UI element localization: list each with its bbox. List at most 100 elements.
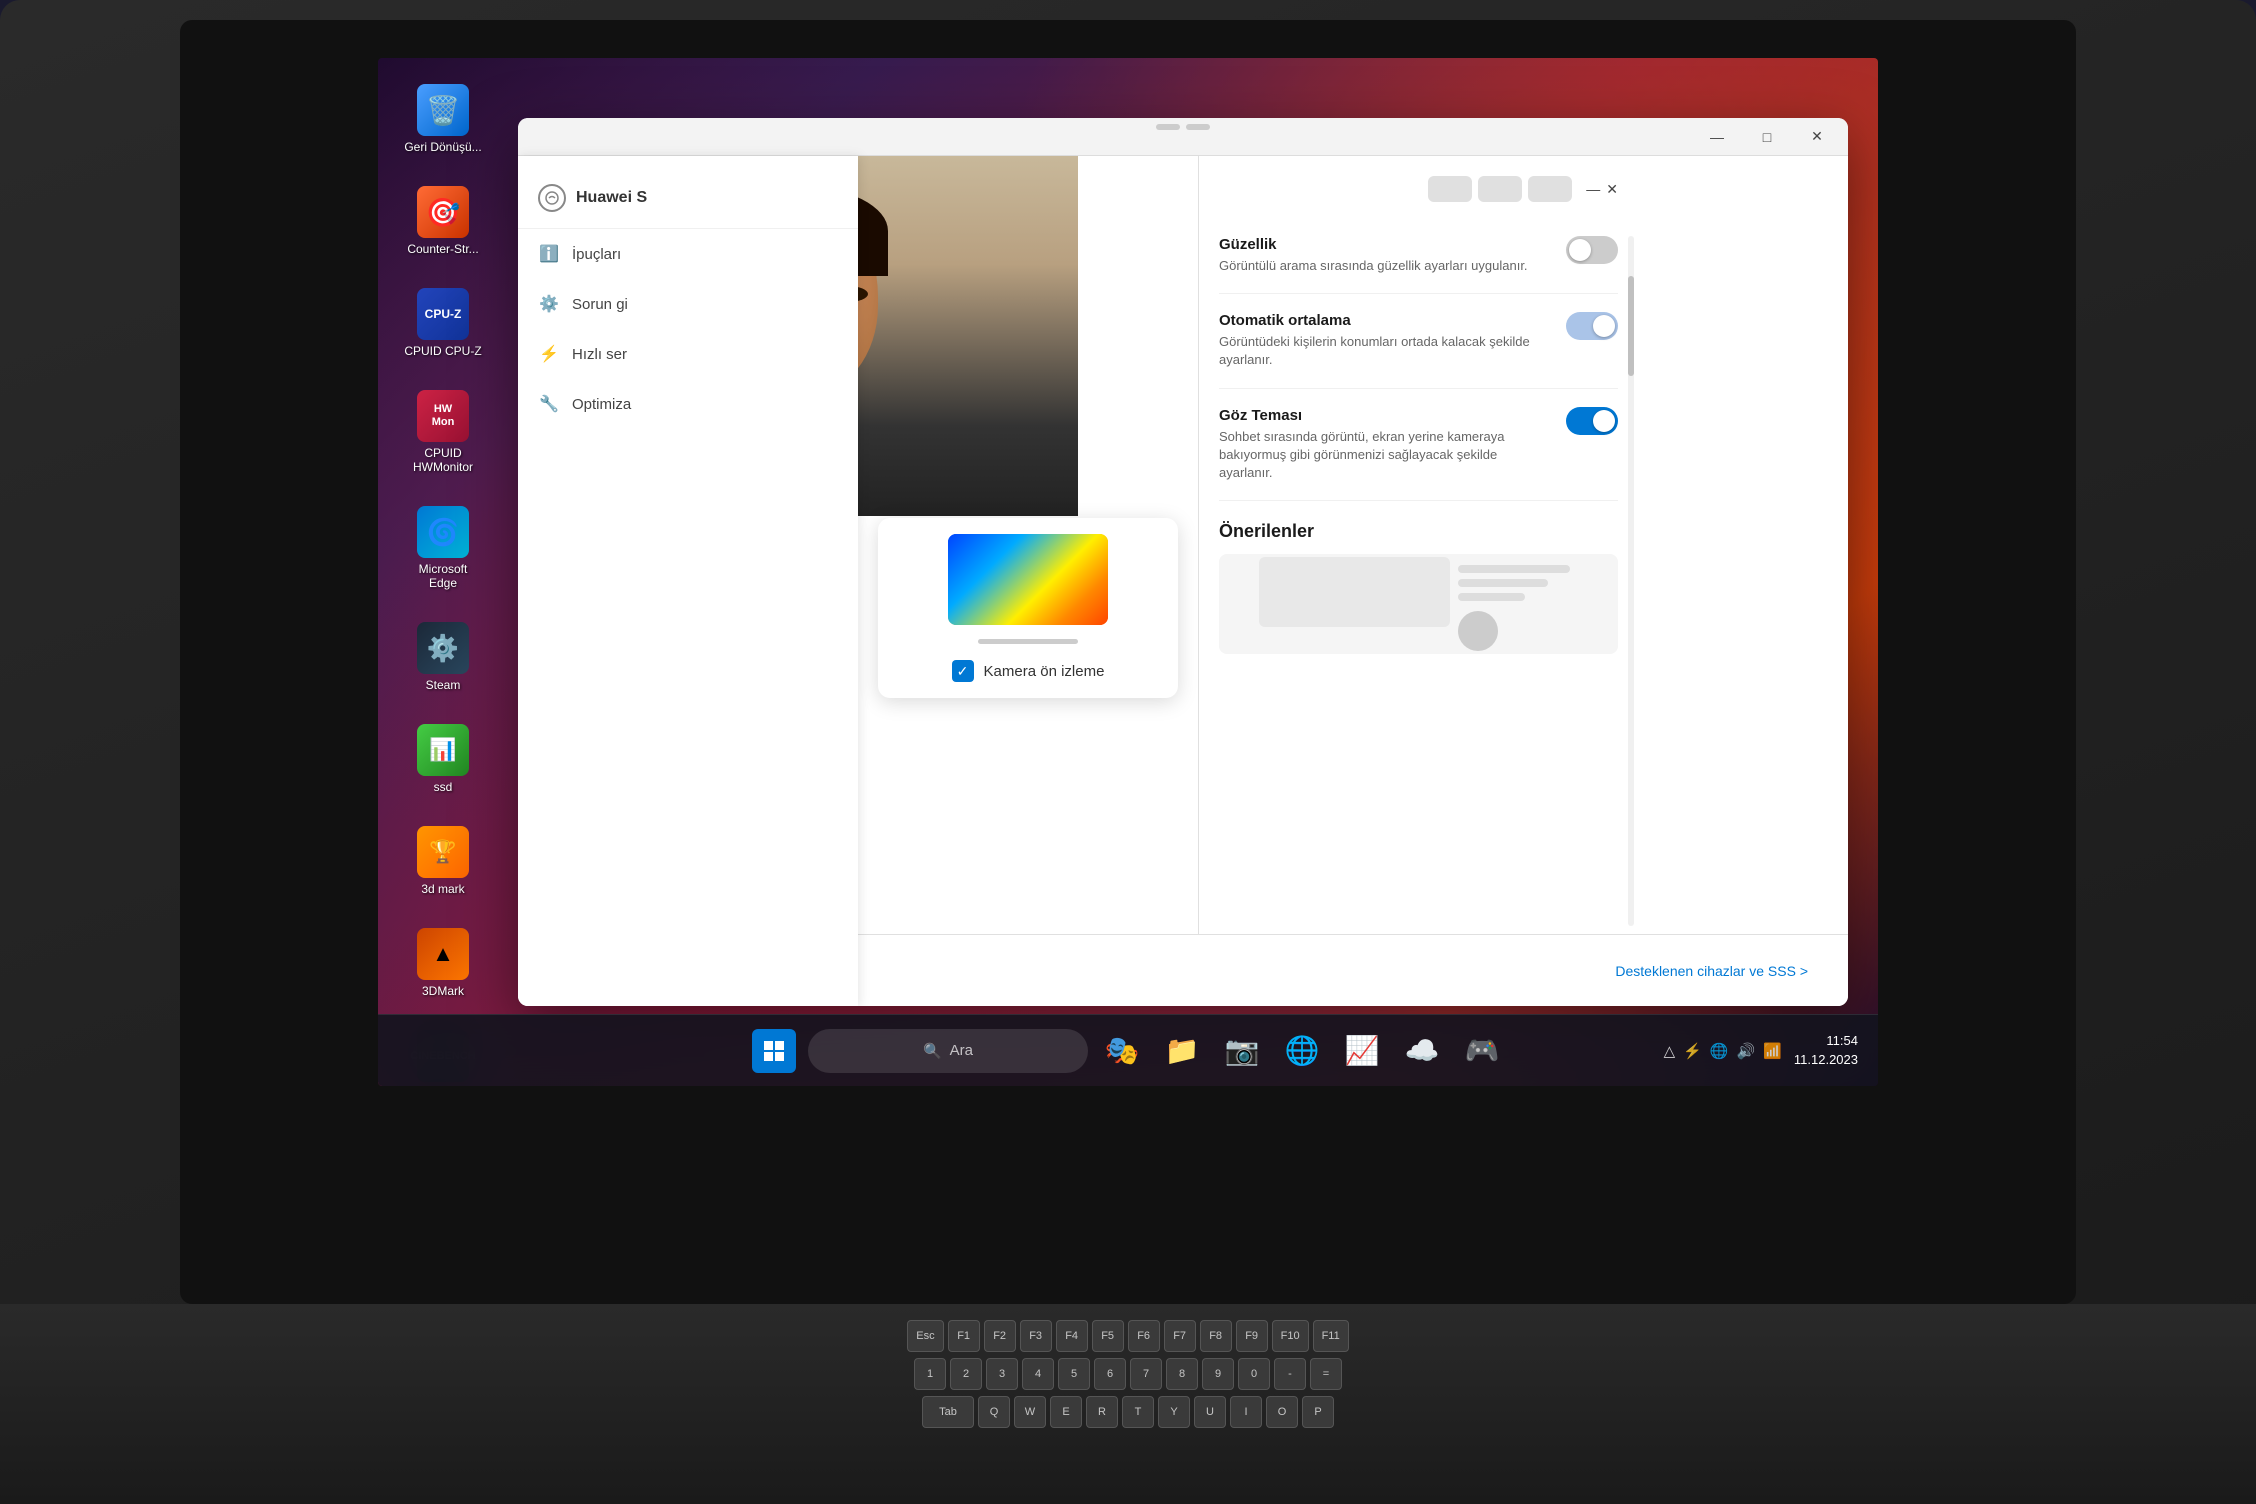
key-w[interactable]: W <box>1014 1396 1046 1428</box>
desktop-icon-ssd[interactable]: 📊 ssd <box>398 718 488 800</box>
key-i[interactable]: I <box>1230 1396 1262 1428</box>
close-button[interactable]: ✕ <box>1794 121 1840 153</box>
key-f4[interactable]: F4 <box>1056 1320 1088 1352</box>
taskbar-edge[interactable]: 🌐 <box>1276 1025 1328 1077</box>
edge-taskbar-icon: 🌐 <box>1285 1034 1320 1067</box>
onerilen-section: Önerilenler <box>1219 521 1618 654</box>
scroll-thumb[interactable] <box>1628 276 1634 376</box>
key-r[interactable]: R <box>1086 1396 1118 1428</box>
scroll-track <box>1628 236 1634 926</box>
minimize-button[interactable]: — <box>1694 121 1740 153</box>
search-placeholder: Ara <box>950 1042 973 1059</box>
key-p[interactable]: P <box>1302 1396 1334 1428</box>
key-u[interactable]: U <box>1194 1396 1226 1428</box>
key-f5[interactable]: F5 <box>1092 1320 1124 1352</box>
ssd-icon: 📊 <box>417 724 469 776</box>
troubleshoot-icon: ⚙️ <box>538 293 560 315</box>
desktop-icon-recycle[interactable]: 🗑️ Geri Dönüşü... <box>398 78 488 160</box>
desktop-icon-3dmark[interactable]: 🏆 3d mark <box>398 820 488 902</box>
wifi-icon[interactable]: 📶 <box>1763 1042 1782 1060</box>
taskbar-files[interactable]: 📁 <box>1156 1025 1208 1077</box>
settings-minimize[interactable]: — <box>1586 181 1600 197</box>
key-e[interactable]: E <box>1050 1396 1082 1428</box>
camera-checkbox[interactable]: ✓ <box>952 660 974 682</box>
key-tab[interactable]: Tab <box>922 1396 974 1428</box>
optimize-icon: 🔧 <box>538 393 560 415</box>
key-5[interactable]: 5 <box>1058 1358 1090 1390</box>
key-1[interactable]: 1 <box>914 1358 946 1390</box>
key-esc[interactable]: Esc <box>907 1320 943 1352</box>
settings-tab-3[interactable] <box>1528 176 1572 202</box>
desktop-icon-cpuz[interactable]: CPU-Z CPUID CPU-Z <box>398 282 488 364</box>
key-minus[interactable]: - <box>1274 1358 1306 1390</box>
taskbar-explorer[interactable]: 🎭 <box>1096 1025 1148 1077</box>
taskbar-camera[interactable]: 📷 <box>1216 1025 1268 1077</box>
cloud-icon: ☁️ <box>1405 1034 1440 1067</box>
key-f1[interactable]: F1 <box>948 1320 980 1352</box>
quick-icon: ⚡ <box>538 343 560 365</box>
quick-label: Hızlı ser <box>572 346 627 363</box>
otomatik-toggle[interactable] <box>1566 312 1618 340</box>
desktop-icon-hwmon[interactable]: HWMon CPUID HWMonitor <box>398 384 488 480</box>
key-3[interactable]: 3 <box>986 1358 1018 1390</box>
side-panel-header: Huawei S <box>518 172 858 229</box>
power-icon[interactable]: ⚡ <box>1683 1042 1702 1060</box>
key-f11[interactable]: F11 <box>1313 1320 1349 1352</box>
key-f9[interactable]: F9 <box>1236 1320 1268 1352</box>
desktop-icon-3dmark2[interactable]: ▲ 3DMark <box>398 922 488 1004</box>
desteklenen-link[interactable]: Desteklenen cihazlar ve SSS > <box>1615 963 1808 979</box>
key-8[interactable]: 8 <box>1166 1358 1198 1390</box>
edge-label: Microsoft Edge <box>404 562 482 590</box>
goz-toggle[interactable] <box>1566 407 1618 435</box>
desktop: 🗑️ Geri Dönüşü... 🎯 Counter-Str... CPU-Z… <box>378 58 1878 1086</box>
otomatik-row: Otomatik ortalama Görüntüdeki kişilerin … <box>1219 312 1618 369</box>
key-2[interactable]: 2 <box>950 1358 982 1390</box>
key-y[interactable]: Y <box>1158 1396 1190 1428</box>
camera-icon: 📷 <box>1225 1034 1260 1067</box>
key-7[interactable]: 7 <box>1130 1358 1162 1390</box>
key-q[interactable]: Q <box>978 1396 1010 1428</box>
key-4[interactable]: 4 <box>1022 1358 1054 1390</box>
settings-tab-1[interactable] <box>1428 176 1472 202</box>
key-t[interactable]: T <box>1122 1396 1154 1428</box>
key-6[interactable]: 6 <box>1094 1358 1126 1390</box>
goz-desc: Sohbet sırasında görüntü, ekran yerine k… <box>1219 428 1554 483</box>
network-icon[interactable]: 🌐 <box>1710 1042 1729 1060</box>
taskbar-chart[interactable]: 📈 <box>1336 1025 1388 1077</box>
desktop-icon-steam[interactable]: ⚙️ Steam <box>398 616 488 698</box>
guzellik-toggle[interactable] <box>1566 236 1618 264</box>
desktop-icon-cs[interactable]: 🎯 Counter-Str... <box>398 180 488 262</box>
key-f7[interactable]: F7 <box>1164 1320 1196 1352</box>
windows-start-button[interactable] <box>748 1025 800 1077</box>
cpuz-label: CPUID CPU-Z <box>404 344 481 358</box>
taskbar-game[interactable]: 🎮 <box>1456 1025 1508 1077</box>
chart-icon: 📈 <box>1345 1034 1380 1067</box>
desktop-icon-edge[interactable]: 🌀 Microsoft Edge <box>398 500 488 596</box>
tray-up-icon[interactable]: △ <box>1664 1042 1676 1060</box>
taskbar-cloud[interactable]: ☁️ <box>1396 1025 1448 1077</box>
key-f2[interactable]: F2 <box>984 1320 1016 1352</box>
menu-item-tips[interactable]: ℹ️ İpuçları <box>518 229 858 279</box>
maximize-button[interactable]: □ <box>1744 121 1790 153</box>
settings-tab-2[interactable] <box>1478 176 1522 202</box>
camera-checkbox-label: Kamera ön izleme <box>984 663 1105 680</box>
menu-item-quick[interactable]: ⚡ Hızlı ser <box>518 329 858 379</box>
taskbar-search[interactable]: 🔍 Ara <box>808 1029 1088 1073</box>
menu-item-troubleshoot[interactable]: ⚙️ Sorun gi <box>518 279 858 329</box>
key-f6[interactable]: F6 <box>1128 1320 1160 1352</box>
key-0[interactable]: 0 <box>1238 1358 1270 1390</box>
key-equals[interactable]: = <box>1310 1358 1342 1390</box>
guzellik-row: Güzellik Görüntülü arama sırasında güzel… <box>1219 236 1618 275</box>
volume-icon[interactable]: 🔊 <box>1737 1042 1756 1060</box>
onerilen-preview <box>1219 554 1618 654</box>
key-f3[interactable]: F3 <box>1020 1320 1052 1352</box>
key-f10[interactable]: F10 <box>1272 1320 1309 1352</box>
menu-item-optimize[interactable]: 🔧 Optimiza <box>518 379 858 429</box>
settings-close[interactable]: ✕ <box>1606 181 1618 198</box>
keyboard-row-3: Tab Q W E R T Y U I O P <box>922 1396 1334 1428</box>
key-9[interactable]: 9 <box>1202 1358 1234 1390</box>
key-f8[interactable]: F8 <box>1200 1320 1232 1352</box>
system-clock[interactable]: 11:54 11.12.2023 <box>1794 1032 1858 1068</box>
key-o[interactable]: O <box>1266 1396 1298 1428</box>
goz-title: Göz Teması <box>1219 407 1554 424</box>
